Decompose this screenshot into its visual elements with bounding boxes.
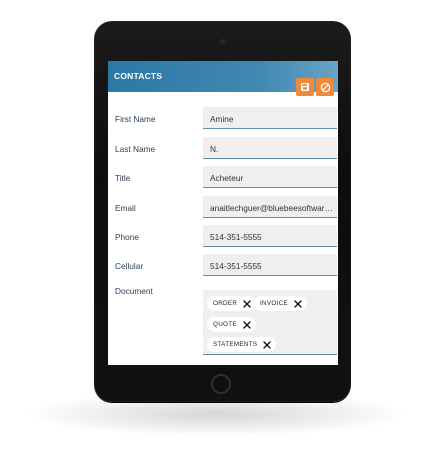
phone-label: Phone [115, 232, 139, 242]
close-icon[interactable] [243, 299, 251, 308]
cancel-icon [320, 82, 331, 93]
email-label: Email [115, 203, 136, 213]
document-chip-label: STATEMENTS [213, 341, 258, 348]
close-icon[interactable] [263, 340, 272, 349]
first-name-label: First Name [115, 114, 156, 124]
document-label: Document [115, 286, 153, 296]
document-chip[interactable]: QUOTE [207, 317, 256, 332]
title-label: Title [115, 173, 131, 183]
document-chip[interactable]: INVOICE [254, 296, 307, 311]
tablet-device: CONTACTS First Name Amine Last Name N. T… [94, 21, 351, 402]
stage: CONTACTS First Name Amine Last Name N. T… [0, 0, 433, 466]
document-chip-label: INVOICE [260, 300, 288, 307]
cellular-field[interactable]: 514-351-5555 [203, 254, 337, 276]
cancel-button[interactable] [316, 78, 334, 96]
camera-lens [220, 39, 225, 44]
home-button[interactable] [211, 374, 231, 394]
cellular-label: Cellular [115, 261, 144, 271]
title-field[interactable]: Acheteur [203, 166, 337, 188]
save-icon [300, 82, 310, 92]
phone-field[interactable]: 514-351-5555 [203, 225, 337, 247]
document-chip[interactable]: STATEMENTS [207, 337, 277, 352]
app-header: CONTACTS [108, 61, 338, 96]
document-chip-label: ORDER [213, 300, 238, 307]
close-icon[interactable] [243, 320, 251, 329]
document-field[interactable]: ORDER INVOICE QUOTE STATEMENTS [203, 290, 337, 355]
close-icon[interactable] [294, 299, 302, 308]
email-field[interactable]: anaitlechguer@bluebeesoftware.... [203, 196, 337, 218]
last-name-field[interactable]: N. [203, 137, 337, 159]
app-screen: CONTACTS First Name Amine Last Name N. T… [108, 61, 338, 365]
save-button[interactable] [296, 78, 314, 96]
first-name-field[interactable]: Amine [203, 107, 337, 129]
last-name-label: Last Name [115, 144, 156, 154]
header-actions [296, 78, 334, 96]
page-title: CONTACTS [114, 71, 163, 81]
document-chip-label: QUOTE [213, 321, 237, 328]
document-chip[interactable]: ORDER [207, 296, 257, 311]
